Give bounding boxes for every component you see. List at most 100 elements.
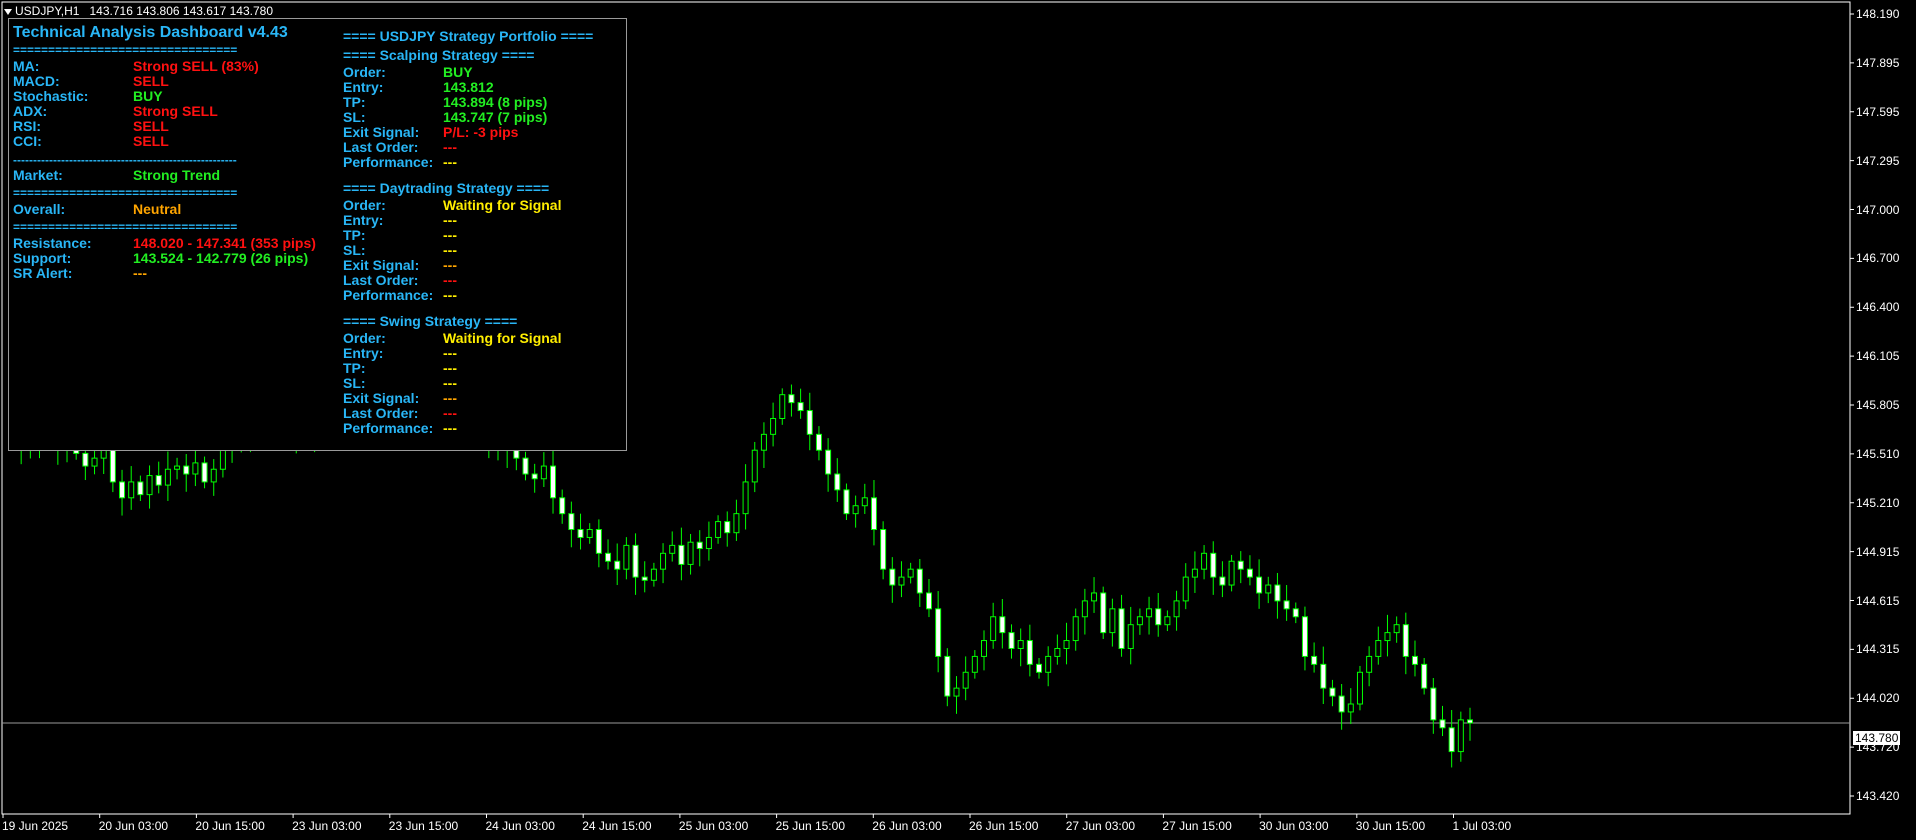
candle-body-bear <box>806 410 813 435</box>
candle-body-bull <box>540 465 547 480</box>
candle-body-bull <box>1164 616 1171 626</box>
candle-body-bull <box>705 536 712 550</box>
separator-dash-line: ----------------------------------------… <box>13 153 237 167</box>
candle-body-bull <box>100 449 107 459</box>
x-tick-label: 25 Jun 03:00 <box>678 819 749 833</box>
candle-body-bear <box>843 489 850 515</box>
x-tick-label: 26 Jun 03:00 <box>872 819 942 833</box>
strategy-row-label: Order: <box>343 197 386 213</box>
candle-body-bull <box>1356 671 1363 705</box>
candle-body-bull <box>1393 624 1400 634</box>
x-tick-label: 24 Jun 03:00 <box>485 819 555 833</box>
y-tick-label: 146.400 <box>1856 300 1900 315</box>
separator-line: ================================ <box>13 186 238 200</box>
candle-body-bear <box>577 529 584 538</box>
strategy-header: ==== Scalping Strategy ==== <box>343 47 535 63</box>
candle-body-bear <box>815 433 822 451</box>
candle-body-bull <box>623 544 630 570</box>
x-tick-label: 26 Jun 15:00 <box>969 819 1039 833</box>
candle-body-bull <box>953 687 960 697</box>
candle-body-bear <box>595 529 602 554</box>
strategy-row-label: Entry: <box>343 345 384 361</box>
candle-body-bear <box>109 449 116 483</box>
strategy-row-label: Last Order: <box>343 139 419 155</box>
x-tick-label: 24 Jun 15:00 <box>582 819 652 833</box>
indicator-value: SELL <box>133 73 169 89</box>
dropdown-triangle-icon[interactable] <box>4 8 12 15</box>
level-label: Support: <box>13 250 72 266</box>
y-tick-label: 147.000 <box>1856 202 1900 217</box>
level-value: 143.524 - 142.779 (26 pips) <box>133 250 309 266</box>
candle-body-bear <box>1467 719 1473 724</box>
candle-body-bear <box>788 394 795 404</box>
strategy-row-label: Performance: <box>343 287 434 303</box>
candle-body-bear <box>1439 719 1446 729</box>
level-label: SR Alert: <box>13 265 73 281</box>
y-tick-label: 145.510 <box>1856 446 1900 461</box>
strategy-row-label: Exit Signal: <box>343 257 420 273</box>
candle-body-bear <box>531 473 538 480</box>
candle-body-bear <box>632 544 639 578</box>
candle-body-bear <box>1292 608 1299 618</box>
strategy-row-value: --- <box>443 287 457 303</box>
strategy-header: ==== Daytrading Strategy ==== <box>343 180 550 196</box>
y-tick-label: 144.915 <box>1856 544 1900 559</box>
candle-body-bear <box>550 465 557 499</box>
candle-body-bear <box>183 465 190 475</box>
candle-body-bull <box>715 521 722 538</box>
candle-body-bear <box>834 473 841 491</box>
candle-body-bear <box>82 452 89 467</box>
strategy-row-label: Exit Signal: <box>343 124 420 140</box>
candle-body-bull <box>907 568 914 578</box>
dashboard-title: Technical Analysis Dashboard v4.43 <box>13 24 288 41</box>
strategy-row-value: --- <box>443 227 457 243</box>
candle-body-bull <box>990 616 997 642</box>
candle-body-bull <box>852 505 859 515</box>
y-tick-label: 147.895 <box>1856 55 1900 70</box>
candle-body-bear <box>696 541 703 550</box>
y-tick-label: 144.020 <box>1856 691 1900 706</box>
candle-body-bull <box>91 457 98 467</box>
candle-body-bull <box>174 465 181 470</box>
strategy-row-value: P/L: -3 pips <box>443 124 519 140</box>
indicator-label: ADX: <box>13 103 48 119</box>
candle-body-bull <box>742 481 749 515</box>
candle-body-bear <box>1283 600 1290 610</box>
y-tick-label: 146.700 <box>1856 251 1900 266</box>
strategy-row-label: Performance: <box>343 420 434 436</box>
candle-body-bull <box>1173 600 1180 618</box>
candle-body-bull <box>586 529 593 538</box>
strategy-row-label: TP: <box>343 94 366 110</box>
candle-body-bear <box>522 457 529 475</box>
candle-body-bear <box>1411 655 1418 665</box>
candle-body-bull <box>1366 655 1373 673</box>
strategy-row-label: Entry: <box>343 212 384 228</box>
y-tick-label: 144.315 <box>1856 642 1900 657</box>
candle-body-bear <box>916 568 923 594</box>
candle-body-bull <box>733 513 740 534</box>
x-tick-label: 27 Jun 03:00 <box>1065 819 1136 833</box>
strategy-row-value: --- <box>443 212 457 228</box>
strategy-row-label: SL: <box>343 109 366 125</box>
symbol-label: USDJPY,H1 <box>15 4 80 18</box>
strategy-row-value: 143.747 (7 pips) <box>443 109 548 125</box>
level-value: --- <box>133 265 147 281</box>
strategy-row-value: Waiting for Signal <box>443 330 562 346</box>
candle-body-bear <box>1118 608 1125 649</box>
candle-body-bear <box>568 513 575 531</box>
candle-body-bull <box>1457 719 1464 753</box>
y-tick-label: 143.420 <box>1856 789 1900 803</box>
candle-body-bull <box>760 433 767 451</box>
x-tick-label: 25 Jun 15:00 <box>775 819 845 833</box>
indicator-label: Stochastic: <box>13 88 89 104</box>
x-tick-label: 1 Jul 03:00 <box>1452 819 1512 833</box>
x-tick-label: 23 Jun 03:00 <box>292 819 362 833</box>
candle-body-bear <box>1338 695 1345 713</box>
candle-body-bull <box>164 468 171 486</box>
strategy-row-value: --- <box>443 242 457 258</box>
y-tick-label: 147.295 <box>1856 153 1900 168</box>
strategy-row-label: SL: <box>343 242 366 258</box>
candle-body-bear <box>614 560 621 570</box>
candle-body-bull <box>687 541 694 565</box>
separator-line: ================================ <box>13 220 238 234</box>
